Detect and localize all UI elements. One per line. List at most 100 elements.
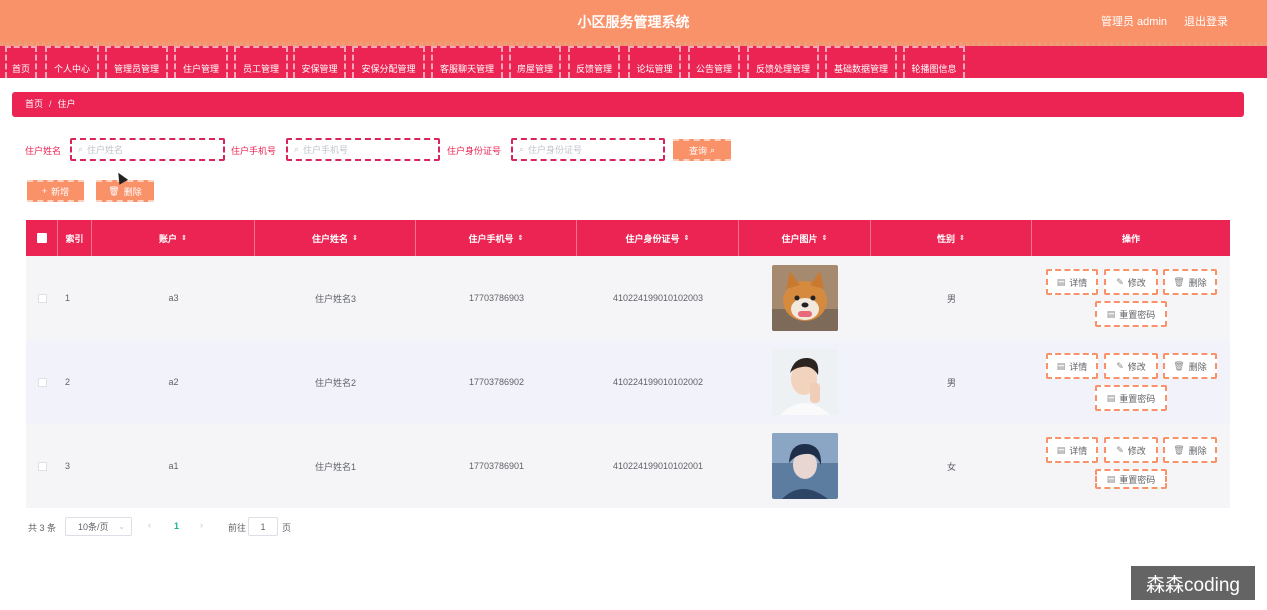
trash-icon: 🗑 xyxy=(108,185,120,196)
table-row: 2 a2 住户姓名2 17703786902 41022419901010200… xyxy=(26,340,1230,424)
nav-item-security-assign[interactable]: 安保分配管理 xyxy=(352,46,425,78)
index-cell: 1 xyxy=(65,293,71,303)
column-name[interactable]: 住户姓名 ⇕ xyxy=(255,220,416,256)
delete-button[interactable]: 🗑 删除 xyxy=(1163,353,1217,379)
document-icon: ▤ xyxy=(1106,308,1116,319)
page-size-select[interactable]: 10条/页 ⌄ xyxy=(65,517,132,536)
row-select-cell xyxy=(26,424,58,508)
nav-item-feedback-handle[interactable]: 反馈处理管理 xyxy=(747,46,819,78)
nav-item-carousel[interactable]: 轮播图信息 xyxy=(903,46,965,78)
detail-button[interactable]: ▤ 详情 xyxy=(1046,269,1098,295)
sort-icon[interactable]: ⇕ xyxy=(959,234,965,242)
photo-cell xyxy=(739,424,871,508)
column-index: 索引 xyxy=(58,220,92,256)
resident-phone-label: 住户手机号 xyxy=(231,146,277,156)
watermark: 森森coding xyxy=(1131,566,1255,600)
resident-photo-young-man[interactable] xyxy=(772,349,838,415)
row-checkbox[interactable] xyxy=(37,461,47,471)
table-row: 1 a3 住户姓名3 17703786903 41022419901010200… xyxy=(26,256,1230,340)
select-all-checkbox[interactable] xyxy=(36,233,47,243)
batch-delete-label: 删除 xyxy=(123,186,142,197)
pencil-icon: ✎ xyxy=(1116,276,1124,287)
row-checkbox[interactable] xyxy=(37,377,47,387)
reset-password-button[interactable]: ▤ 重置密码 xyxy=(1095,385,1167,411)
resident-name-label: 住户姓名 xyxy=(25,146,62,156)
nav-item-residents[interactable]: 住户管理 xyxy=(174,46,228,78)
nav-item-notice[interactable]: 公告管理 xyxy=(688,46,740,78)
edit-button[interactable]: ✎ 修改 xyxy=(1104,353,1158,379)
row-select-cell xyxy=(26,256,58,340)
column-photo-label: 住户图片 xyxy=(781,233,818,244)
breadcrumb-home[interactable]: 首页 xyxy=(25,99,43,109)
delete-label: 删除 xyxy=(1188,445,1207,456)
app-title: 小区服务管理系统 xyxy=(577,14,690,30)
detail-button[interactable]: ▤ 详情 xyxy=(1046,437,1098,463)
sort-icon[interactable]: ⇕ xyxy=(352,234,358,242)
resident-photo-anime-boy[interactable] xyxy=(772,433,838,499)
goto-page-input[interactable]: 1 xyxy=(248,517,278,536)
delete-button[interactable]: 🗑 删除 xyxy=(1163,437,1217,463)
add-button-label: 新增 xyxy=(51,186,70,197)
nav-item-home[interactable]: 首页 xyxy=(5,46,37,78)
delete-label: 删除 xyxy=(1188,361,1207,372)
column-gender[interactable]: 性别 ⇕ xyxy=(871,220,1032,256)
nav-item-security[interactable]: 安保管理 xyxy=(293,46,346,78)
sort-icon[interactable]: ⇕ xyxy=(684,234,690,242)
edit-button[interactable]: ✎ 修改 xyxy=(1104,437,1158,463)
sort-icon[interactable]: ⇕ xyxy=(822,234,828,242)
sort-icon[interactable]: ⇕ xyxy=(181,234,187,242)
name-cell: 住户姓名1 xyxy=(314,461,356,472)
prev-page-icon[interactable]: ‹ xyxy=(148,520,151,530)
next-page-icon[interactable]: › xyxy=(200,520,203,530)
resident-name-placeholder: 住户姓名 xyxy=(87,145,124,155)
sort-icon[interactable]: ⇕ xyxy=(518,234,524,242)
resident-name-input[interactable]: ⌕ 住户姓名 xyxy=(70,138,225,161)
column-idcard[interactable]: 住户身份证号 ⇕ xyxy=(577,220,739,256)
nav-item-chat[interactable]: 客服聊天管理 xyxy=(431,46,503,78)
goto-label: 前往 xyxy=(228,523,247,533)
logout-link[interactable]: 退出登录 xyxy=(1184,13,1228,29)
page-number-current[interactable]: 1 xyxy=(174,521,179,531)
detail-button[interactable]: ▤ 详情 xyxy=(1046,353,1098,379)
pencil-icon: ✎ xyxy=(1116,444,1124,455)
main-nav: 首页 个人中心 管理员管理 住户管理 员工管理 安保管理 安保分配管理 客服聊天… xyxy=(0,46,1267,78)
phone-cell: 17703786903 xyxy=(468,293,525,303)
pagination-total: 共 3 条 xyxy=(28,523,57,533)
resident-id-placeholder: 住户身份证号 xyxy=(528,145,583,155)
delete-button[interactable]: 🗑 删除 xyxy=(1163,269,1217,295)
column-photo[interactable]: 住户图片 ⇕ xyxy=(739,220,871,256)
nav-item-staff[interactable]: 员工管理 xyxy=(234,46,288,78)
add-button[interactable]: + 新增 xyxy=(27,180,84,202)
pencil-icon: ✎ xyxy=(1116,360,1124,371)
document-icon: ▤ xyxy=(1056,360,1066,371)
detail-label: 详情 xyxy=(1069,361,1088,372)
batch-delete-button[interactable]: 🗑 删除 xyxy=(96,180,154,202)
nav-item-admin[interactable]: 管理员管理 xyxy=(105,46,168,78)
reset-password-button[interactable]: ▤ 重置密码 xyxy=(1095,469,1167,489)
nav-item-base-data[interactable]: 基础数据管理 xyxy=(825,46,897,78)
phone-cell: 17703786902 xyxy=(468,377,525,387)
nav-item-housing[interactable]: 房屋管理 xyxy=(509,46,561,78)
name-cell: 住户姓名3 xyxy=(314,293,356,304)
detail-label: 详情 xyxy=(1069,445,1088,456)
resident-photo-shiba-dog[interactable] xyxy=(772,265,838,331)
edit-label: 修改 xyxy=(1127,361,1146,372)
reset-password-button[interactable]: ▤ 重置密码 xyxy=(1095,301,1167,327)
nav-item-profile[interactable]: 个人中心 xyxy=(45,46,99,78)
nav-item-feedback[interactable]: 反馈管理 xyxy=(568,46,620,78)
column-account[interactable]: 账户 ⇕ xyxy=(92,220,255,256)
column-phone[interactable]: 住户手机号 ⇕ xyxy=(416,220,577,256)
row-checkbox[interactable] xyxy=(37,293,47,303)
resident-phone-input[interactable]: ⌕ 住户手机号 xyxy=(286,138,440,161)
photo-cell xyxy=(739,256,871,340)
column-gender-label: 性别 xyxy=(937,233,956,244)
reset-password-label: 重置密码 xyxy=(1119,309,1156,320)
resident-id-input[interactable]: ⌕ 住户身份证号 xyxy=(511,138,665,161)
table-header: 索引 账户 ⇕ 住户姓名 ⇕ 住户手机号 ⇕ 住户身份证号 ⇕ 住户图片 ⇕ 性别 ⇕ 操作 xyxy=(26,220,1230,256)
gender-cell: 男 xyxy=(946,293,956,304)
nav-item-forum[interactable]: 论坛管理 xyxy=(628,46,681,78)
query-button[interactable]: 查询 ⌕ xyxy=(673,139,731,161)
page-size-value: 10条/页 xyxy=(78,522,109,532)
admin-user-label: 管理员 admin xyxy=(1101,16,1168,28)
edit-button[interactable]: ✎ 修改 xyxy=(1104,269,1158,295)
